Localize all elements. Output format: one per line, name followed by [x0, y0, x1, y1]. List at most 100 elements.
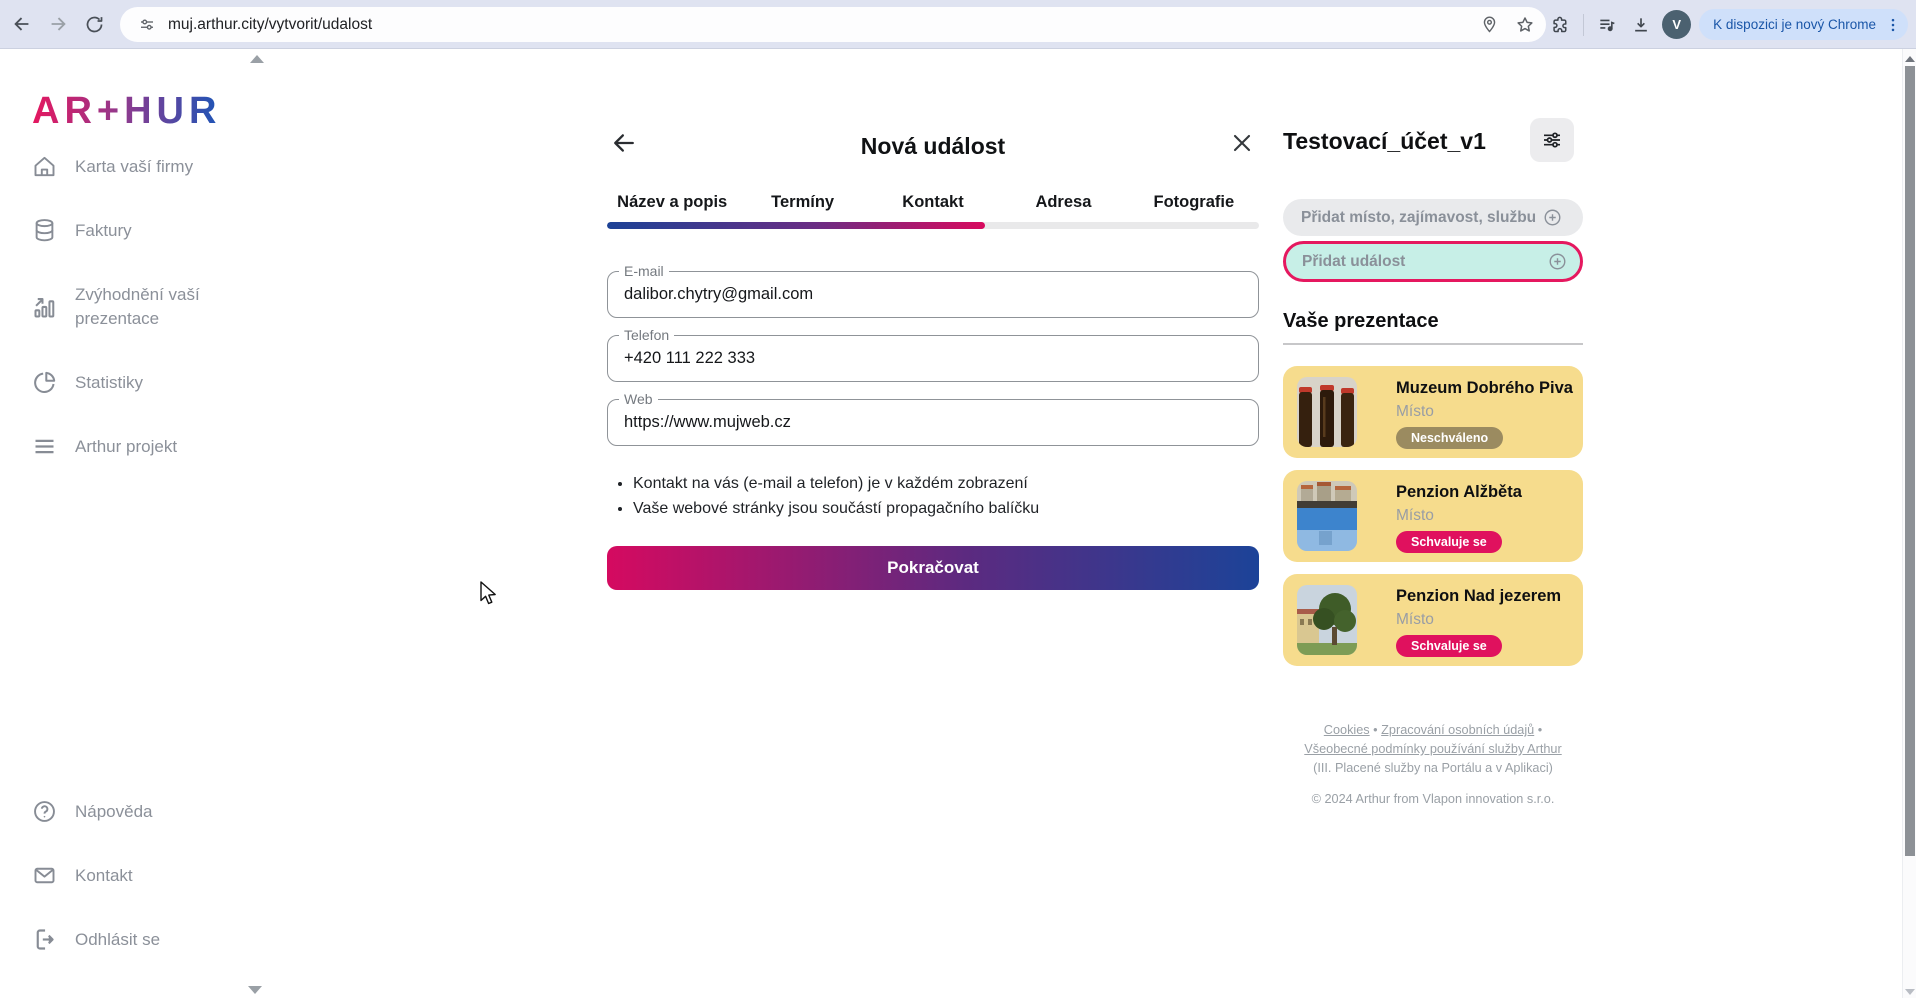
- form-notes: Kontakt na vás (e-mail a telefon) je v k…: [607, 471, 1259, 521]
- tab-photos[interactable]: Fotografie: [1129, 193, 1259, 212]
- presentation-card[interactable]: Muzeum Dobrého Piva Místo Neschváleno: [1283, 366, 1583, 458]
- sliders-icon: [1540, 128, 1564, 152]
- tab-dates[interactable]: Termíny: [737, 193, 867, 212]
- database-icon: [31, 217, 58, 244]
- chrome-update-label: K dispozici je nový Chrome: [1713, 17, 1876, 32]
- location-pin-icon[interactable]: [1476, 12, 1502, 38]
- close-icon: [1228, 129, 1256, 157]
- sidebar-item-arthur-project[interactable]: Arthur projekt: [31, 433, 177, 460]
- sidebar-item-label: Nápověda: [75, 800, 153, 824]
- add-event-label: Přidat událost: [1302, 253, 1405, 271]
- browser-reload-button[interactable]: [76, 6, 112, 42]
- presentation-card[interactable]: Penzion Alžběta Místo Schvaluje se: [1283, 470, 1583, 562]
- browser-forward-button[interactable]: [40, 6, 76, 42]
- arrow-left-icon: [11, 13, 33, 35]
- sidebar-item-company-card[interactable]: Karta vaší firmy: [31, 153, 193, 180]
- web-field[interactable]: Web: [607, 399, 1259, 446]
- note-item: Kontakt na vás (e-mail a telefon) je v k…: [633, 471, 1259, 496]
- scrollbar-thumb[interactable]: [1905, 66, 1915, 856]
- logout-icon: [31, 926, 58, 953]
- terms-link[interactable]: Všeobecné podmínky používání služby Arth…: [1304, 742, 1561, 756]
- add-event-button[interactable]: Přidat událost: [1283, 241, 1583, 282]
- status-badge: Schvaluje se: [1396, 635, 1502, 657]
- footer-separator: •: [1538, 723, 1542, 737]
- phone-field[interactable]: Telefon: [607, 335, 1259, 382]
- sidebar-item-label: Zvýhodnění vaší prezentace: [75, 283, 245, 331]
- add-place-label: Přidat místo, zajímavost, službu: [1301, 209, 1536, 227]
- mouse-cursor: [479, 581, 501, 607]
- footer-separator: •: [1373, 723, 1377, 737]
- sidebar-item-label: Kontakt: [75, 864, 133, 888]
- sidebar-item-statistics[interactable]: Statistiky: [31, 369, 143, 396]
- url-text[interactable]: muj.arthur.city/vytvorit/udalost: [168, 16, 1476, 34]
- sidebar-item-logout[interactable]: Odhlásit se: [31, 926, 160, 953]
- cookies-link[interactable]: Cookies: [1324, 723, 1370, 737]
- presentation-card[interactable]: Penzion Nad jezerem Místo Schvaluje se: [1283, 574, 1583, 666]
- sidebar-item-label: Statistiky: [75, 371, 143, 395]
- card-title: Penzion Nad jezerem: [1396, 587, 1561, 606]
- menu-lines-icon: [31, 433, 58, 460]
- sidebar-item-boost-presentation[interactable]: Zvýhodnění vaší prezentace: [31, 283, 245, 331]
- add-place-button[interactable]: Přidat místo, zajímavost, službu: [1283, 199, 1583, 236]
- sidebar-item-label: Faktury: [75, 219, 132, 243]
- chrome-update-button[interactable]: K dispozici je nový Chrome: [1699, 9, 1908, 40]
- sidebar-item-label: Odhlásit se: [75, 928, 160, 952]
- plus-circle-icon: [1542, 207, 1563, 228]
- personal-data-link[interactable]: Zpracování osobních údajů: [1381, 723, 1534, 737]
- card-thumbnail-tree-building: [1297, 585, 1357, 655]
- tab-name-description[interactable]: Název a popis: [607, 193, 737, 212]
- sidebar-item-invoices[interactable]: Faktury: [31, 217, 132, 244]
- bookmark-star-icon[interactable]: [1512, 12, 1538, 38]
- site-info-icon[interactable]: [134, 12, 160, 38]
- sidebar-item-label: Karta vaší firmy: [75, 155, 193, 179]
- sidebar-scroll-up-icon[interactable]: [250, 55, 264, 63]
- downloads-icon[interactable]: [1628, 12, 1654, 38]
- profile-avatar[interactable]: V: [1662, 10, 1691, 39]
- web-input[interactable]: [608, 400, 1258, 445]
- page-title: Nová událost: [607, 133, 1259, 160]
- email-input[interactable]: [608, 272, 1258, 317]
- phone-field-label: Telefon: [619, 327, 674, 343]
- card-title: Muzeum Dobrého Piva: [1396, 379, 1573, 398]
- extensions-puzzle-icon[interactable]: [1547, 12, 1573, 38]
- tabs-progress-fill: [607, 222, 985, 229]
- status-badge: Neschváleno: [1396, 427, 1503, 449]
- tab-contact[interactable]: Kontakt: [868, 193, 998, 212]
- email-field[interactable]: E-mail: [607, 271, 1259, 318]
- scrollbar-down-arrow-icon[interactable]: [1905, 989, 1915, 995]
- copyright-text: © 2024 Arthur from Vlapon innovation s.r…: [1278, 792, 1588, 806]
- note-item: Vaše webové stránky jsou součástí propag…: [633, 496, 1259, 521]
- account-settings-button[interactable]: [1530, 118, 1574, 162]
- browser-back-button[interactable]: [4, 6, 40, 42]
- arrow-right-icon: [47, 13, 69, 35]
- kebab-menu-icon[interactable]: [1884, 16, 1902, 34]
- close-button[interactable]: [1228, 129, 1256, 157]
- page-scrollbar[interactable]: [1902, 49, 1916, 998]
- scrollbar-up-arrow-icon[interactable]: [1905, 56, 1915, 62]
- presentations-section-title: Vaše prezentace: [1283, 310, 1439, 333]
- continue-button[interactable]: Pokračovat: [607, 546, 1259, 590]
- tabs-progress-track: [607, 222, 1259, 229]
- sidebar-item-help[interactable]: Nápověda: [31, 798, 153, 825]
- sidebar-item-label: Arthur projekt: [75, 435, 177, 459]
- card-subtitle: Místo: [1396, 507, 1434, 525]
- tab-address[interactable]: Adresa: [998, 193, 1128, 212]
- card-thumbnail-pool-town: [1297, 481, 1357, 551]
- browser-toolbar: muj.arthur.city/vytvorit/udalost V K dis…: [0, 0, 1916, 49]
- legal-footer: Cookies • Zpracování osobních údajů • Vš…: [1278, 721, 1588, 778]
- footer-note: (III. Placené služby na Portálu a v Apli…: [1313, 761, 1553, 775]
- reload-icon: [84, 14, 105, 35]
- form-tabs: Název a popis Termíny Kontakt Adresa Fot…: [607, 193, 1259, 212]
- phone-input[interactable]: [608, 336, 1258, 381]
- envelope-icon: [31, 862, 58, 889]
- card-title: Penzion Alžběta: [1396, 483, 1522, 502]
- card-thumbnail-beer-bottles: [1297, 377, 1357, 447]
- pie-chart-icon: [31, 369, 58, 396]
- help-icon: [31, 798, 58, 825]
- media-controls-icon[interactable]: [1594, 12, 1620, 38]
- card-subtitle: Místo: [1396, 403, 1434, 421]
- address-bar[interactable]: muj.arthur.city/vytvorit/udalost: [120, 7, 1546, 42]
- sidebar-scroll-down-icon[interactable]: [248, 986, 262, 994]
- sidebar-item-contact[interactable]: Kontakt: [31, 862, 133, 889]
- status-badge: Schvaluje se: [1396, 531, 1502, 553]
